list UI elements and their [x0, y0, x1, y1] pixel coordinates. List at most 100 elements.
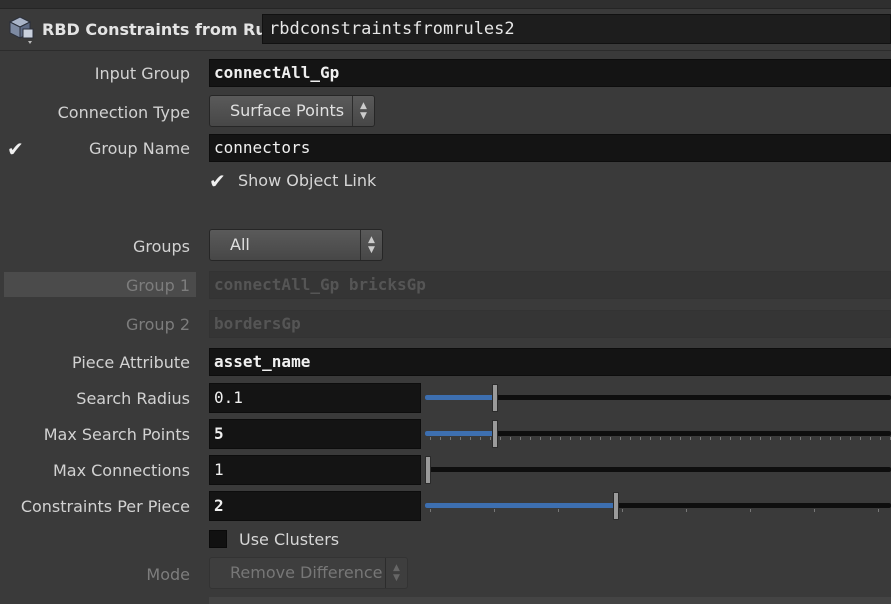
group1-field[interactable]: connectAll_Gp bricksGp [209, 271, 891, 299]
slider-tick [450, 437, 451, 440]
slider-tick [680, 437, 681, 440]
slider-tick [590, 437, 591, 440]
slider-tick [630, 437, 631, 440]
slider-tick [600, 437, 601, 440]
group2-field[interactable]: bordersGp [209, 310, 891, 338]
slider-tick [660, 437, 661, 440]
slider-tick [530, 437, 531, 440]
slider-tick [860, 437, 861, 440]
constraints-per-piece-label: Constraints Per Piece [20, 497, 190, 516]
slider-tick [490, 437, 491, 440]
slider-tick [770, 437, 771, 440]
constraints-per-piece-ticks [430, 509, 891, 513]
menu-arrows-icon: ▲ ▼ [352, 96, 374, 126]
search-radius-slider-handle[interactable] [492, 384, 498, 412]
group1-label: Group 1 [126, 276, 190, 295]
mode-value: Remove Difference [230, 563, 383, 582]
slider-tick [430, 509, 431, 512]
slider-tick [494, 509, 495, 512]
slider-tick [780, 437, 781, 440]
next-field-partial [209, 597, 891, 604]
constraints-per-piece-slider-fill [425, 503, 616, 508]
slider-tick [750, 509, 751, 512]
slider-tick [740, 437, 741, 440]
search-radius-label: Search Radius [76, 389, 190, 408]
slider-tick [670, 437, 671, 440]
slider-tick [700, 437, 701, 440]
slider-tick [480, 437, 481, 440]
input-group-label: Input Group [94, 64, 190, 83]
slider-tick [820, 437, 821, 440]
slider-tick [550, 437, 551, 440]
piece-attribute-field[interactable]: asset_name [209, 348, 891, 376]
slider-tick [622, 509, 623, 512]
slider-tick [520, 437, 521, 440]
slider-tick [610, 437, 611, 440]
max-connections-label: Max Connections [52, 461, 190, 480]
group2-label: Group 2 [126, 315, 190, 334]
max-connections-slider-handle[interactable] [425, 456, 431, 484]
slider-tick [878, 509, 879, 512]
slider-tick [430, 437, 431, 440]
slider-tick [850, 437, 851, 440]
use-clusters-checkbox[interactable] [209, 530, 227, 548]
group-name-label: Group Name [89, 139, 190, 158]
slider-tick [470, 437, 471, 440]
slider-tick [440, 437, 441, 440]
constraints-per-piece-field[interactable]: 2 [209, 491, 421, 521]
slider-tick [560, 437, 561, 440]
slider-tick [558, 509, 559, 512]
rbd-node-icon [6, 14, 38, 46]
max-search-points-slider-fill [425, 431, 495, 436]
slider-tick [760, 437, 761, 440]
groups-label: Groups [132, 237, 190, 256]
slider-tick [580, 437, 581, 440]
mode-label: Mode [146, 565, 190, 584]
use-clusters-label: Use Clusters [239, 530, 340, 549]
slider-tick [720, 437, 721, 440]
top-border [0, 0, 891, 9]
slider-tick [540, 437, 541, 440]
slider-tick [810, 437, 811, 440]
max-search-points-ticks [430, 437, 891, 441]
slider-tick [830, 437, 831, 440]
menu-arrows-icon: ▲ ▼ [385, 558, 407, 588]
slider-tick [730, 437, 731, 440]
slider-tick [690, 437, 691, 440]
slider-tick [510, 437, 511, 440]
groups-menu[interactable]: All ▲ ▼ [209, 229, 383, 261]
slider-tick [460, 437, 461, 440]
slider-tick [650, 437, 651, 440]
slider-tick [790, 437, 791, 440]
input-group-field[interactable]: connectAll_Gp [209, 59, 891, 87]
search-radius-field[interactable]: 0.1 [209, 383, 421, 413]
show-object-link-label: Show Object Link [238, 171, 377, 190]
group-name-field[interactable]: connectors [209, 134, 891, 162]
mode-menu[interactable]: Remove Difference ▲ ▼ [209, 557, 408, 589]
groups-value: All [230, 235, 250, 254]
connection-type-value: Surface Points [230, 101, 345, 120]
max-connections-field[interactable]: 1 [209, 455, 421, 485]
slider-tick [620, 437, 621, 440]
group-name-toggle-checkbox[interactable]: ✔ [7, 137, 24, 161]
slider-tick [870, 437, 871, 440]
max-search-points-slider-handle[interactable] [492, 420, 498, 448]
connection-type-label: Connection Type [57, 103, 190, 122]
show-object-link-checkbox[interactable]: ✔ [209, 169, 226, 193]
node-name-field[interactable]: rbdconstraintsfromrules2 [262, 14, 891, 44]
menu-arrows-icon: ▲ ▼ [360, 230, 382, 260]
search-radius-slider-fill [425, 395, 495, 400]
slider-tick [570, 437, 571, 440]
connection-type-menu[interactable]: Surface Points ▲ ▼ [209, 95, 375, 127]
slider-tick [750, 437, 751, 440]
node-type-label: RBD Constraints from Rules [42, 20, 293, 39]
slider-tick [880, 437, 881, 440]
max-connections-slider-track[interactable] [425, 467, 891, 472]
constraints-per-piece-slider-handle[interactable] [613, 492, 619, 520]
max-search-points-field[interactable]: 5 [209, 419, 421, 449]
header-divider [0, 50, 891, 51]
max-search-points-label: Max Search Points [43, 425, 190, 444]
slider-tick [814, 509, 815, 512]
slider-tick [640, 437, 641, 440]
slider-tick [710, 437, 711, 440]
